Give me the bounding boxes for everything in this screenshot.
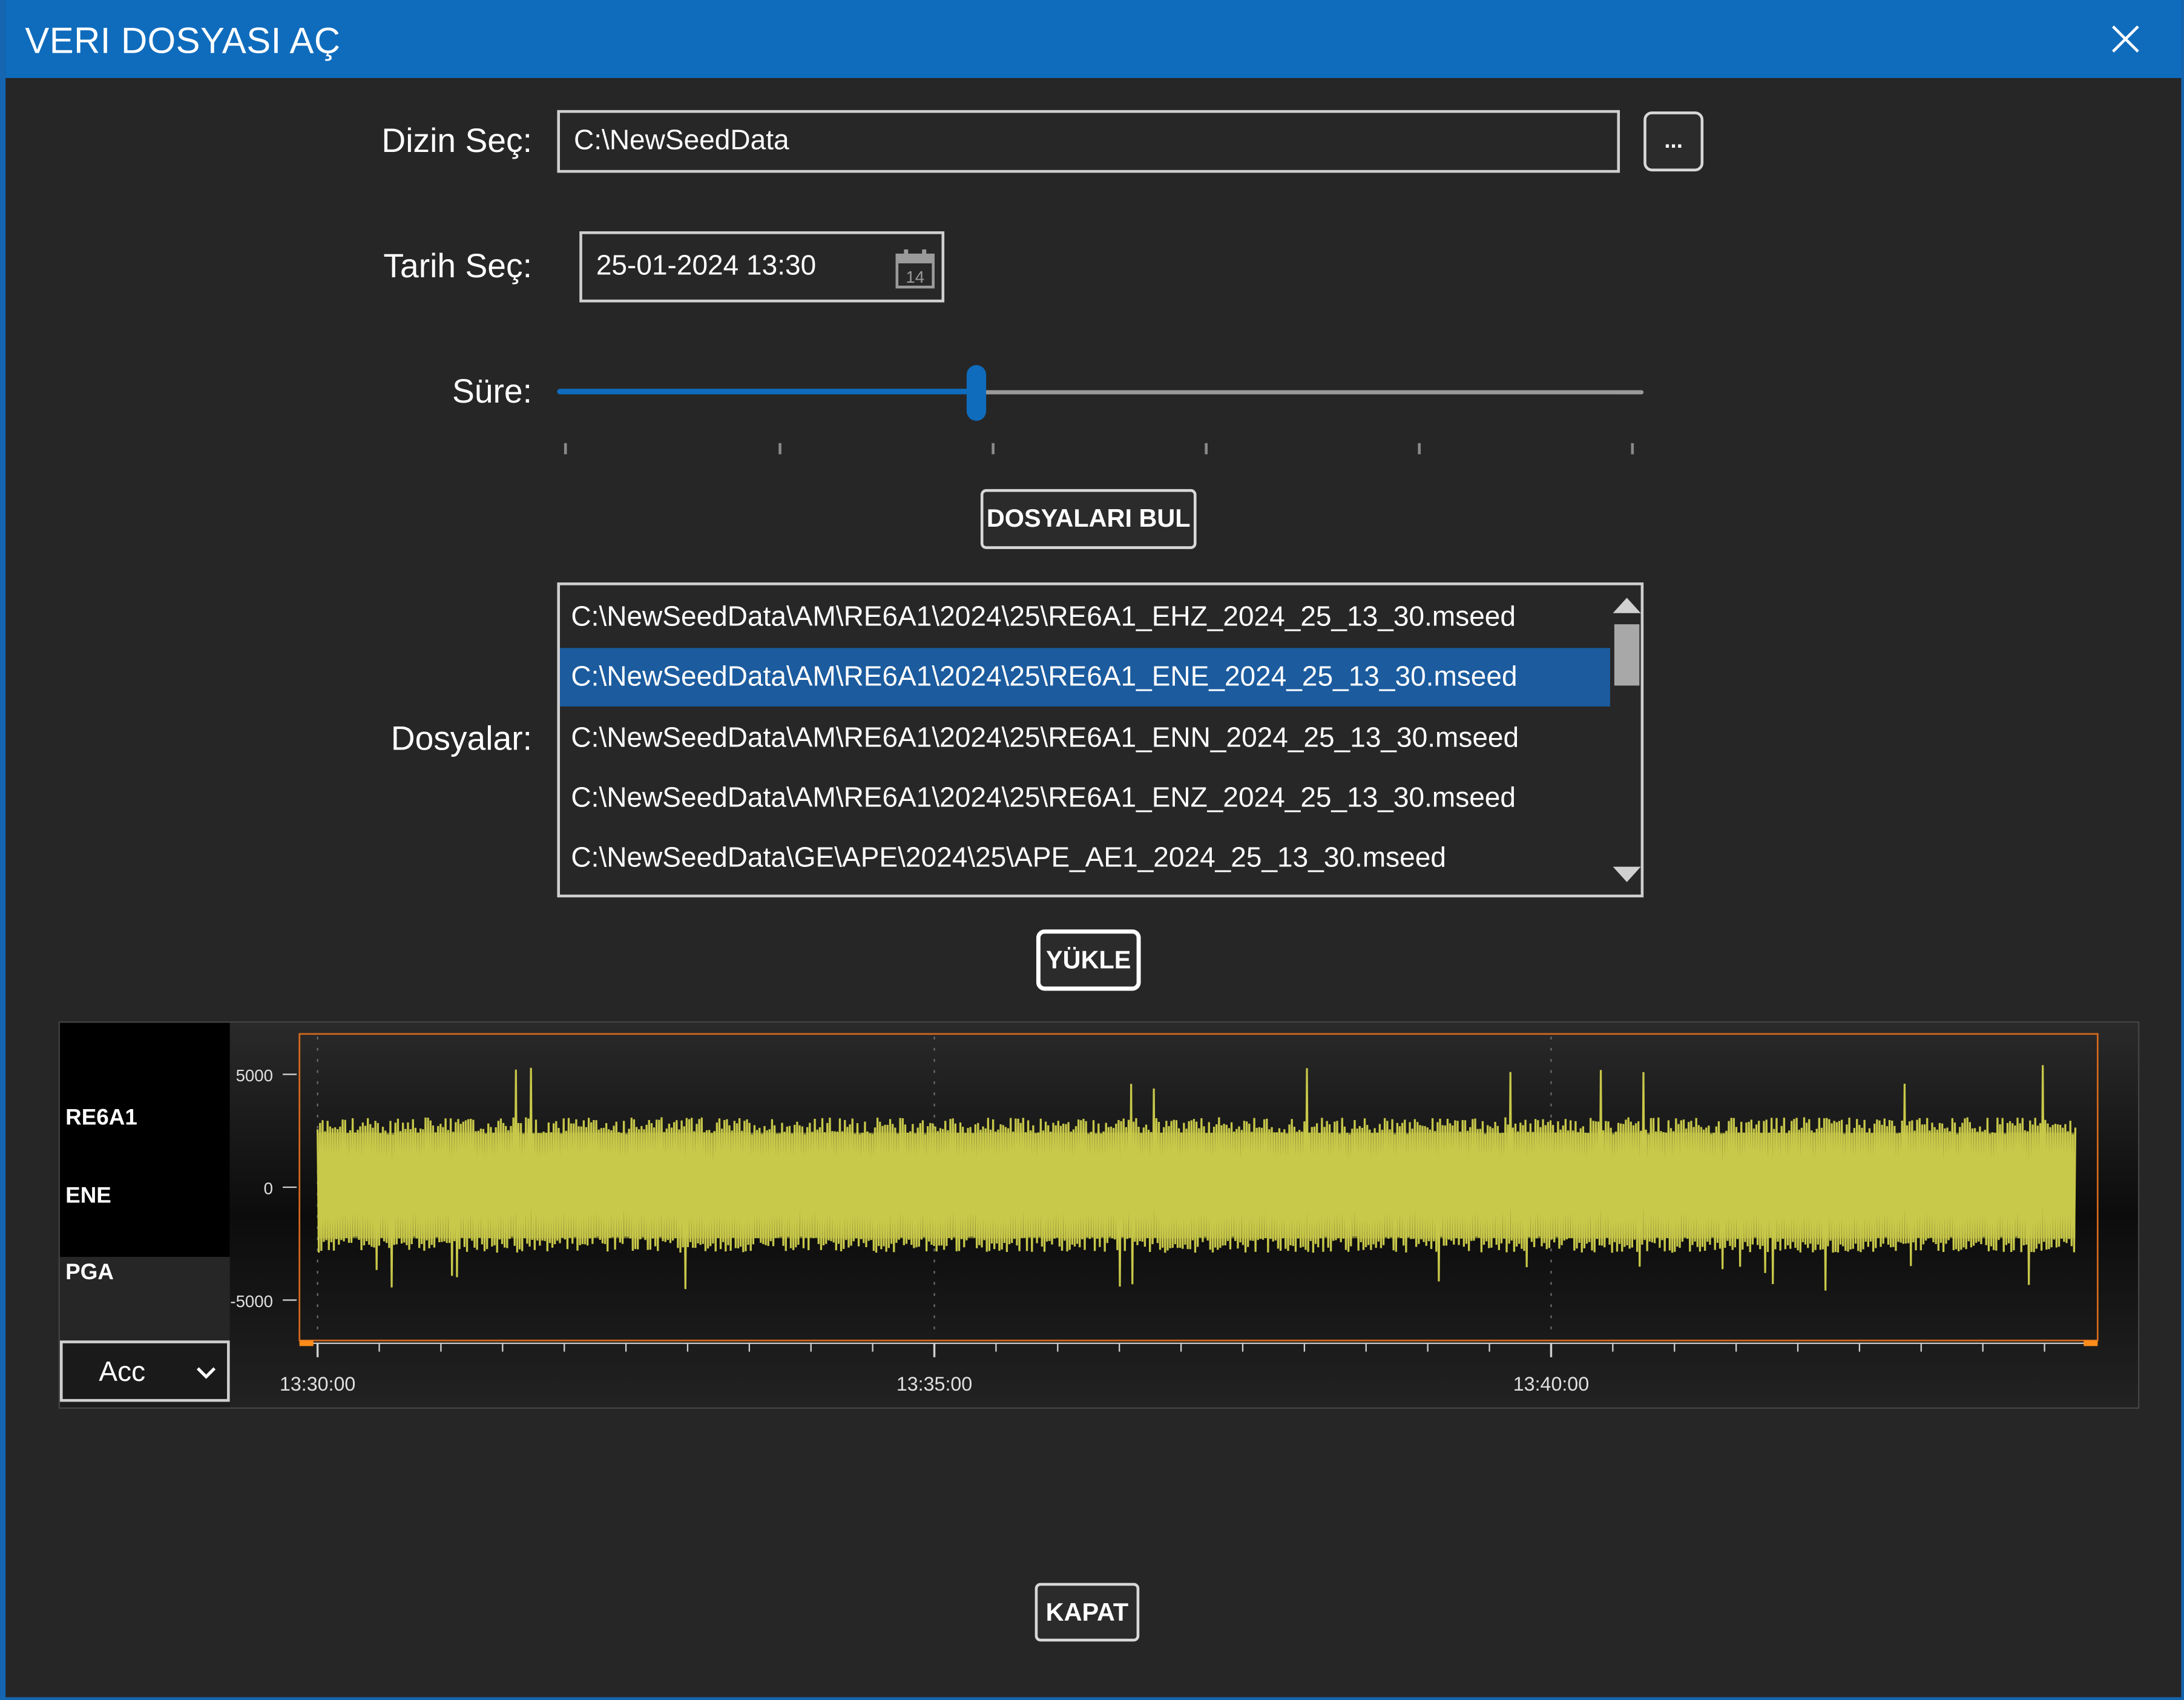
file-list-item[interactable]: C:\NewSeedData\AM\RE6A1\2024\25\RE6A1_EN… — [560, 769, 1610, 828]
y-tick-label: -5000 — [230, 1292, 273, 1311]
find-files-button[interactable]: DOSYALARI BUL — [980, 489, 1197, 549]
slider-tick — [992, 443, 995, 455]
window-title: VERI DOSYASI AÇ — [25, 19, 341, 62]
y-tick-label: 5000 — [236, 1066, 273, 1085]
slider-tick — [1631, 443, 1634, 455]
slider-thumb[interactable] — [966, 365, 987, 421]
slider-tick — [778, 443, 781, 455]
channel-info: RE6A1 ENE — [59, 1023, 230, 1257]
calendar-day: 14 — [906, 268, 924, 286]
range-marker-left — [299, 1340, 314, 1346]
date-value: 25-01-2024 13:30 — [596, 251, 817, 282]
directory-input[interactable]: C:\NewSeedData — [557, 110, 1620, 173]
file-list-item[interactable]: C:\NewSeedData\AM\RE6A1\2024\25\RE6A1_EH… — [560, 588, 1610, 647]
waveform-panel: RE6A1 ENE PGA Acc 5000 0 -5000 13:30:00 … — [58, 1021, 2140, 1409]
waveform-chart[interactable]: 5000 0 -5000 13:30:00 13:35:00 13:40:00 — [229, 1023, 2139, 1408]
directory-label: Dizin Seç: — [381, 122, 532, 160]
slider-tick — [1205, 443, 1208, 455]
chevron-down-icon — [196, 1367, 216, 1379]
directory-value: C:\NewSeedData — [574, 125, 789, 156]
file-list-item[interactable]: C:\NewSeedData\GE\APE\2024\25\APE_AE1_20… — [560, 829, 1610, 888]
file-list-item[interactable]: C:\NewSeedData\AM\RE6A1\2024\25\RE6A1_EN… — [560, 710, 1610, 768]
date-input[interactable]: 25-01-2024 13:30 14 — [579, 231, 945, 303]
station-name: RE6A1 — [65, 1106, 137, 1130]
load-button[interactable]: YÜKLE — [1036, 929, 1141, 991]
unit-select-value: Acc — [99, 1357, 146, 1388]
x-tick-label: 13:40:00 — [1513, 1373, 1589, 1395]
slider-tick — [1418, 443, 1421, 455]
slider-track-filled — [557, 389, 978, 395]
close-button[interactable]: KAPAT — [1034, 1583, 1140, 1642]
scrollbar-thumb[interactable] — [1614, 624, 1640, 686]
calendar-icon[interactable]: 14 — [894, 248, 936, 290]
slider-tick — [564, 443, 567, 455]
duration-label: Süre: — [452, 373, 532, 411]
files-label: Dosyalar: — [390, 720, 532, 759]
pga-label: PGA — [65, 1260, 114, 1285]
x-tick-label: 13:30:00 — [280, 1373, 355, 1395]
y-tick-label: 0 — [264, 1179, 273, 1198]
x-tick-label: 13:35:00 — [896, 1373, 972, 1395]
channel-component: ENE — [65, 1184, 111, 1208]
waveform-fill — [317, 1132, 2076, 1239]
scroll-up-icon[interactable] — [1613, 593, 1641, 616]
pga-area: PGA — [59, 1257, 230, 1341]
file-list[interactable]: C:\NewSeedData\AM\RE6A1\2024\25\RE6A1_EH… — [557, 582, 1644, 898]
date-label: Tarih Seç: — [383, 248, 532, 286]
unit-select[interactable]: Acc — [59, 1340, 230, 1402]
slider-track-empty — [978, 390, 1644, 395]
file-list-item-selected[interactable]: C:\NewSeedData\AM\RE6A1\2024\25\RE6A1_EN… — [560, 648, 1610, 707]
title-bar: VERI DOSYASI AÇ — [5, 0, 2182, 78]
scroll-down-icon[interactable] — [1613, 864, 1641, 886]
dialog-window: VERI DOSYASI AÇ Dizin Seç: C:\NewSeedDat… — [0, 0, 2184, 1700]
browse-button[interactable]: ... — [1643, 111, 1704, 172]
close-icon[interactable] — [2106, 19, 2145, 58]
range-marker-right — [2084, 1340, 2098, 1346]
